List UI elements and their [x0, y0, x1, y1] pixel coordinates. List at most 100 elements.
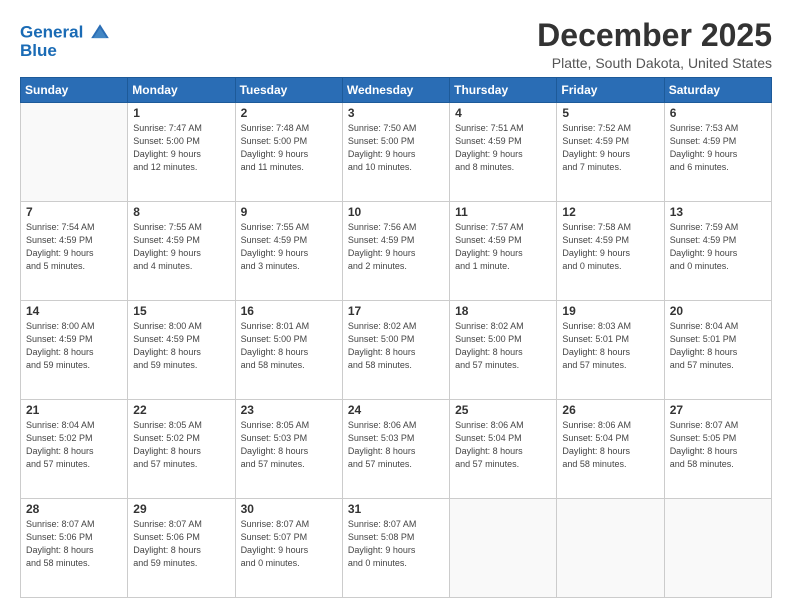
day-info: Sunrise: 7:57 AM Sunset: 4:59 PM Dayligh…	[455, 221, 551, 273]
day-info: Sunrise: 8:02 AM Sunset: 5:00 PM Dayligh…	[348, 320, 444, 372]
day-info: Sunrise: 7:55 AM Sunset: 4:59 PM Dayligh…	[241, 221, 337, 273]
table-row	[450, 499, 557, 598]
day-number: 20	[670, 304, 766, 318]
day-number: 5	[562, 106, 658, 120]
day-number: 30	[241, 502, 337, 516]
calendar-week-row: 1 Sunrise: 7:47 AM Sunset: 5:00 PM Daylig…	[21, 103, 772, 202]
day-number: 12	[562, 205, 658, 219]
day-number: 4	[455, 106, 551, 120]
day-info: Sunrise: 8:02 AM Sunset: 5:00 PM Dayligh…	[455, 320, 551, 372]
day-number: 3	[348, 106, 444, 120]
table-row: 7 Sunrise: 7:54 AM Sunset: 4:59 PM Daylig…	[21, 202, 128, 301]
header: General Blue December 2025 Platte, South…	[20, 18, 772, 71]
main-title: December 2025	[537, 18, 772, 53]
calendar-week-row: 28 Sunrise: 8:07 AM Sunset: 5:06 PM Dayli…	[21, 499, 772, 598]
day-number: 23	[241, 403, 337, 417]
table-row: 17 Sunrise: 8:02 AM Sunset: 5:00 PM Dayli…	[342, 301, 449, 400]
day-number: 2	[241, 106, 337, 120]
table-row: 28 Sunrise: 8:07 AM Sunset: 5:06 PM Dayli…	[21, 499, 128, 598]
day-info: Sunrise: 8:05 AM Sunset: 5:03 PM Dayligh…	[241, 419, 337, 471]
day-number: 8	[133, 205, 229, 219]
table-row: 12 Sunrise: 7:58 AM Sunset: 4:59 PM Dayli…	[557, 202, 664, 301]
day-info: Sunrise: 7:48 AM Sunset: 5:00 PM Dayligh…	[241, 122, 337, 174]
day-number: 25	[455, 403, 551, 417]
logo: General Blue	[20, 22, 111, 61]
day-info: Sunrise: 8:07 AM Sunset: 5:06 PM Dayligh…	[133, 518, 229, 570]
table-row: 9 Sunrise: 7:55 AM Sunset: 4:59 PM Daylig…	[235, 202, 342, 301]
table-row: 6 Sunrise: 7:53 AM Sunset: 4:59 PM Daylig…	[664, 103, 771, 202]
day-number: 18	[455, 304, 551, 318]
page: General Blue December 2025 Platte, South…	[0, 0, 792, 612]
day-info: Sunrise: 8:05 AM Sunset: 5:02 PM Dayligh…	[133, 419, 229, 471]
day-info: Sunrise: 7:47 AM Sunset: 5:00 PM Dayligh…	[133, 122, 229, 174]
day-info: Sunrise: 7:51 AM Sunset: 4:59 PM Dayligh…	[455, 122, 551, 174]
day-number: 21	[26, 403, 122, 417]
day-info: Sunrise: 7:53 AM Sunset: 4:59 PM Dayligh…	[670, 122, 766, 174]
table-row: 1 Sunrise: 7:47 AM Sunset: 5:00 PM Daylig…	[128, 103, 235, 202]
day-number: 9	[241, 205, 337, 219]
table-row	[664, 499, 771, 598]
table-row: 25 Sunrise: 8:06 AM Sunset: 5:04 PM Dayli…	[450, 400, 557, 499]
table-row: 14 Sunrise: 8:00 AM Sunset: 4:59 PM Dayli…	[21, 301, 128, 400]
day-number: 28	[26, 502, 122, 516]
table-row: 15 Sunrise: 8:00 AM Sunset: 4:59 PM Dayli…	[128, 301, 235, 400]
day-info: Sunrise: 8:04 AM Sunset: 5:01 PM Dayligh…	[670, 320, 766, 372]
calendar-week-row: 21 Sunrise: 8:04 AM Sunset: 5:02 PM Dayli…	[21, 400, 772, 499]
day-info: Sunrise: 8:06 AM Sunset: 5:04 PM Dayligh…	[562, 419, 658, 471]
table-row: 11 Sunrise: 7:57 AM Sunset: 4:59 PM Dayli…	[450, 202, 557, 301]
table-row: 21 Sunrise: 8:04 AM Sunset: 5:02 PM Dayli…	[21, 400, 128, 499]
table-row: 3Sunrise: 7:50 AM Sunset: 5:00 PM Daylig…	[342, 103, 449, 202]
day-info: Sunrise: 8:00 AM Sunset: 4:59 PM Dayligh…	[26, 320, 122, 372]
day-info: Sunrise: 7:52 AM Sunset: 4:59 PM Dayligh…	[562, 122, 658, 174]
day-number: 13	[670, 205, 766, 219]
day-info: Sunrise: 8:03 AM Sunset: 5:01 PM Dayligh…	[562, 320, 658, 372]
table-row: 19 Sunrise: 8:03 AM Sunset: 5:01 PM Dayli…	[557, 301, 664, 400]
day-info: Sunrise: 8:06 AM Sunset: 5:04 PM Dayligh…	[455, 419, 551, 471]
day-info: Sunrise: 8:06 AM Sunset: 5:03 PM Dayligh…	[348, 419, 444, 471]
day-number: 26	[562, 403, 658, 417]
day-info: Sunrise: 7:54 AM Sunset: 4:59 PM Dayligh…	[26, 221, 122, 273]
day-number: 24	[348, 403, 444, 417]
day-number: 22	[133, 403, 229, 417]
col-friday: Friday	[557, 78, 664, 103]
day-number: 7	[26, 205, 122, 219]
day-number: 16	[241, 304, 337, 318]
day-info: Sunrise: 7:56 AM Sunset: 4:59 PM Dayligh…	[348, 221, 444, 273]
table-row: 20 Sunrise: 8:04 AM Sunset: 5:01 PM Dayli…	[664, 301, 771, 400]
logo-blue: Blue	[20, 42, 111, 61]
col-sunday: Sunday	[21, 78, 128, 103]
table-row: 31Sunrise: 8:07 AM Sunset: 5:08 PM Dayli…	[342, 499, 449, 598]
day-number: 27	[670, 403, 766, 417]
day-info: Sunrise: 8:07 AM Sunset: 5:06 PM Dayligh…	[26, 518, 122, 570]
col-saturday: Saturday	[664, 78, 771, 103]
day-info: Sunrise: 8:07 AM Sunset: 5:05 PM Dayligh…	[670, 419, 766, 471]
day-number: 19	[562, 304, 658, 318]
calendar-week-row: 14 Sunrise: 8:00 AM Sunset: 4:59 PM Dayli…	[21, 301, 772, 400]
table-row: 27 Sunrise: 8:07 AM Sunset: 5:05 PM Dayli…	[664, 400, 771, 499]
day-number: 17	[348, 304, 444, 318]
table-row	[557, 499, 664, 598]
table-row: 4 Sunrise: 7:51 AM Sunset: 4:59 PM Daylig…	[450, 103, 557, 202]
table-row: 2 Sunrise: 7:48 AM Sunset: 5:00 PM Daylig…	[235, 103, 342, 202]
table-row: 18 Sunrise: 8:02 AM Sunset: 5:00 PM Dayli…	[450, 301, 557, 400]
day-info: Sunrise: 8:07 AM Sunset: 5:07 PM Dayligh…	[241, 518, 337, 570]
day-number: 29	[133, 502, 229, 516]
calendar-header-row: Sunday Monday Tuesday Wednesday Thursday…	[21, 78, 772, 103]
col-thursday: Thursday	[450, 78, 557, 103]
day-info: Sunrise: 7:55 AM Sunset: 4:59 PM Dayligh…	[133, 221, 229, 273]
logo-general: General	[20, 22, 83, 41]
title-block: December 2025 Platte, South Dakota, Unit…	[537, 18, 772, 71]
day-number: 14	[26, 304, 122, 318]
day-number: 15	[133, 304, 229, 318]
day-info: Sunrise: 8:00 AM Sunset: 4:59 PM Dayligh…	[133, 320, 229, 372]
day-number: 31	[348, 502, 444, 516]
day-number: 6	[670, 106, 766, 120]
day-info: Sunrise: 8:04 AM Sunset: 5:02 PM Dayligh…	[26, 419, 122, 471]
day-number: 1	[133, 106, 229, 120]
table-row: 26 Sunrise: 8:06 AM Sunset: 5:04 PM Dayli…	[557, 400, 664, 499]
day-number: 11	[455, 205, 551, 219]
day-info: Sunrise: 7:58 AM Sunset: 4:59 PM Dayligh…	[562, 221, 658, 273]
day-info: Sunrise: 8:01 AM Sunset: 5:00 PM Dayligh…	[241, 320, 337, 372]
table-row: 23 Sunrise: 8:05 AM Sunset: 5:03 PM Dayli…	[235, 400, 342, 499]
table-row: 13Sunrise: 7:59 AM Sunset: 4:59 PM Dayli…	[664, 202, 771, 301]
